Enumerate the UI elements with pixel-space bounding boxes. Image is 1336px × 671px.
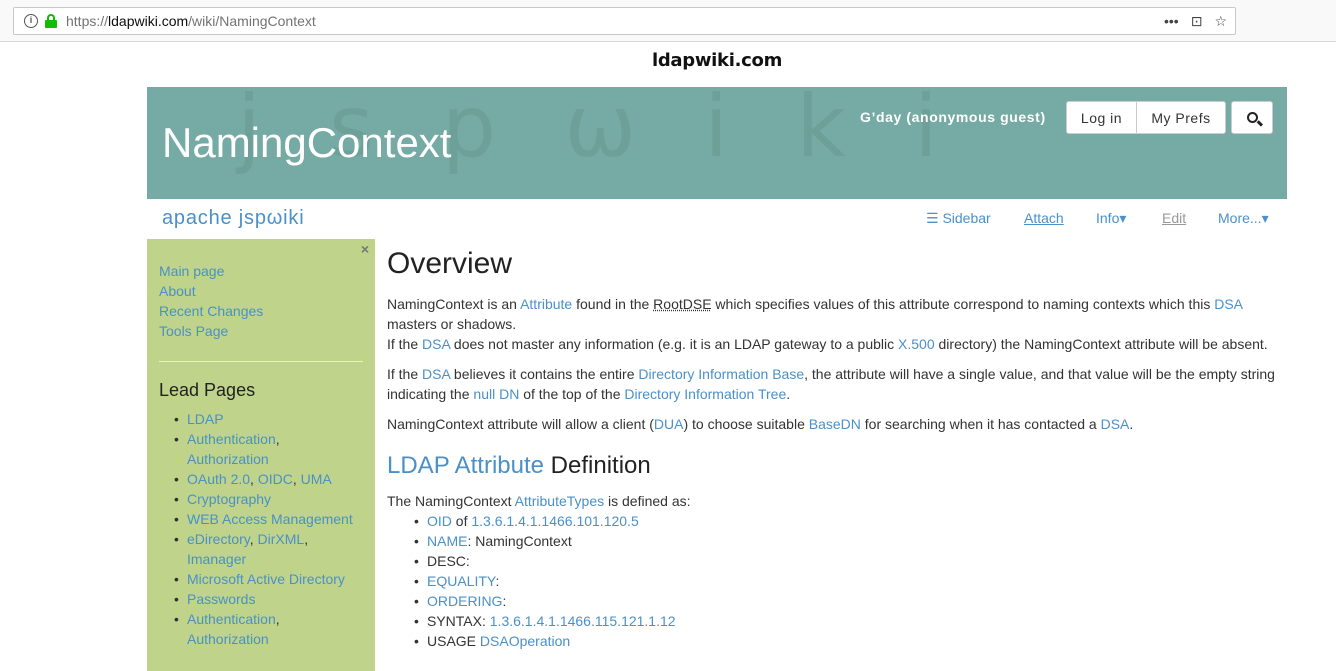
list-item: Cryptography — [174, 489, 362, 509]
search-icon — [1246, 112, 1258, 123]
sidebar-links: Main page About Recent Changes Tools Pag… — [159, 261, 263, 341]
list-item: eDirectory, DirXML, Imanager — [174, 529, 362, 569]
info-icon[interactable]: i — [24, 14, 38, 28]
link-ordering[interactable]: ORDERING — [427, 593, 502, 609]
lead-link-web-access[interactable]: WEB Access Management — [187, 511, 353, 527]
link-dua[interactable]: DUA — [654, 416, 684, 432]
list-item: Authentication, Authorization — [174, 609, 362, 649]
more-menu[interactable]: More...▾ — [1218, 210, 1269, 227]
pocket-icon[interactable]: ⊡ — [1191, 13, 1203, 30]
lead-link-ldap[interactable]: LDAP — [187, 411, 224, 427]
lead-link-cryptography[interactable]: Cryptography — [187, 491, 271, 507]
login-button[interactable]: Log in — [1066, 101, 1137, 134]
link-oid[interactable]: OID — [427, 513, 452, 529]
page-header: jspωiki NamingContext G’day (anonymous g… — [147, 87, 1287, 199]
link-dsaoperation[interactable]: DSAOperation — [480, 633, 570, 649]
link-directory-information-base[interactable]: Directory Information Base — [638, 366, 804, 382]
link-x500[interactable]: X.500 — [898, 336, 935, 352]
lead-link-active-directory[interactable]: Microsoft Active Directory — [187, 571, 345, 587]
link-rootdse[interactable]: RootDSE — [653, 296, 711, 312]
link-dsa[interactable]: DSA — [1101, 416, 1130, 432]
lock-icon[interactable] — [44, 14, 58, 28]
link-dsa[interactable]: DSA — [1214, 296, 1242, 312]
info-menu[interactable]: Info▾ — [1096, 210, 1126, 227]
definition-heading: LDAP Attribute Definition — [387, 452, 651, 479]
lead-link-authorization-2[interactable]: Authorization — [187, 631, 269, 647]
prefs-button[interactable]: My Prefs — [1137, 101, 1226, 134]
list-item: Microsoft Active Directory — [174, 569, 362, 589]
lead-link-passwords[interactable]: Passwords — [187, 591, 255, 607]
link-equality[interactable]: EQUALITY — [427, 573, 495, 589]
list-item: Authentication, Authorization — [174, 429, 362, 469]
link-null-dn[interactable]: null DN — [473, 386, 519, 402]
list-item: NAME: NamingContext — [414, 531, 1277, 551]
lead-link-authentication-2[interactable]: Authentication — [187, 611, 276, 627]
link-attribute-heading[interactable]: Attribute — [455, 452, 544, 479]
overview-paragraph-1: NamingContext is an Attribute found in t… — [387, 296, 1268, 352]
definition-intro: The NamingContext AttributeTypes is defi… — [387, 493, 691, 509]
sidebar-heading: Lead Pages — [159, 380, 256, 400]
sidebar-link-main-page[interactable]: Main page — [159, 261, 263, 281]
overview-heading: Overview — [387, 247, 513, 280]
lead-link-edirectory[interactable]: eDirectory — [187, 531, 250, 547]
search-button[interactable] — [1231, 101, 1273, 134]
overview-paragraph-2: If the DSA believes it contains the enti… — [387, 366, 1275, 402]
list-item: EQUALITY: — [414, 571, 1277, 591]
link-attributetypes[interactable]: AttributeTypes — [515, 493, 605, 509]
lead-pages-list: LDAP Authentication, Authorization OAuth… — [174, 409, 362, 649]
lead-link-oidc[interactable]: OIDC — [258, 471, 293, 487]
list-item: WEB Access Management — [174, 509, 362, 529]
sidebar-link-recent-changes[interactable]: Recent Changes — [159, 301, 263, 321]
sidebar-link-tools-page[interactable]: Tools Page — [159, 321, 263, 341]
browser-toolbar: i https://ldapwiki.com/wiki/NamingContex… — [0, 0, 1336, 42]
bookmark-star-icon[interactable]: ☆ — [1214, 13, 1227, 30]
lead-link-authentication[interactable]: Authentication — [187, 431, 276, 447]
list-item: SYNTAX: 1.3.6.1.4.1.1466.115.121.1.12 — [414, 611, 1277, 631]
overview-paragraph-3: NamingContext attribute will allow a cli… — [387, 416, 1134, 432]
user-greeting: G’day (anonymous guest) — [860, 109, 1046, 125]
page-title: NamingContext — [162, 119, 452, 166]
lead-link-authorization[interactable]: Authorization — [187, 451, 269, 467]
url-text[interactable]: https://ldapwiki.com/wiki/NamingContext — [66, 13, 316, 29]
sidebar-divider — [159, 361, 363, 362]
list-item: USAGE DSAOperation — [414, 631, 1277, 651]
link-basedn[interactable]: BaseDN — [809, 416, 861, 432]
url-bar[interactable]: i https://ldapwiki.com/wiki/NamingContex… — [13, 7, 1236, 35]
link-oid-value[interactable]: 1.3.6.1.4.1.1466.101.120.5 — [471, 513, 638, 529]
page-actions-icon[interactable]: ••• — [1164, 13, 1179, 29]
link-attribute[interactable]: Attribute — [520, 296, 572, 312]
user-buttons: Log in My Prefs — [1066, 101, 1226, 134]
list-item: OID of 1.3.6.1.4.1.1466.101.120.5 — [414, 511, 1277, 531]
list-item: DESC: — [414, 551, 1277, 571]
link-dsa[interactable]: DSA — [422, 336, 450, 352]
lead-link-uma[interactable]: UMA — [301, 471, 332, 487]
site-name[interactable]: ldapwiki.com — [0, 50, 1336, 71]
close-icon[interactable]: × — [361, 241, 369, 257]
sidebar: × Main page About Recent Changes Tools P… — [147, 239, 375, 671]
edit-link[interactable]: Edit — [1162, 210, 1186, 226]
brand-logo[interactable]: apache jspωiki — [162, 207, 304, 230]
link-ldap[interactable]: LDAP — [387, 452, 449, 479]
main-content: Overview NamingContext is an Attribute f… — [387, 246, 1277, 651]
definition-list: OID of 1.3.6.1.4.1.1466.101.120.5 NAME: … — [414, 511, 1277, 651]
list-item: Passwords — [174, 589, 362, 609]
lead-link-oauth[interactable]: OAuth 2.0 — [187, 471, 250, 487]
link-syntax-value[interactable]: 1.3.6.1.4.1.1466.115.121.1.12 — [490, 613, 676, 629]
list-item: LDAP — [174, 409, 362, 429]
link-dsa[interactable]: DSA — [422, 366, 450, 382]
attach-link[interactable]: Attach — [1024, 210, 1064, 226]
list-item: OAuth 2.0, OIDC, UMA — [174, 469, 362, 489]
lead-link-imanager[interactable]: Imanager — [187, 551, 246, 567]
sidebar-toggle[interactable]: ☰ Sidebar — [926, 210, 991, 227]
link-directory-information-tree[interactable]: Directory Information Tree — [624, 386, 786, 402]
list-item: ORDERING: — [414, 591, 1277, 611]
link-name[interactable]: NAME — [427, 533, 467, 549]
lead-link-dirxml[interactable]: DirXML — [258, 531, 305, 547]
sidebar-link-about[interactable]: About — [159, 281, 263, 301]
